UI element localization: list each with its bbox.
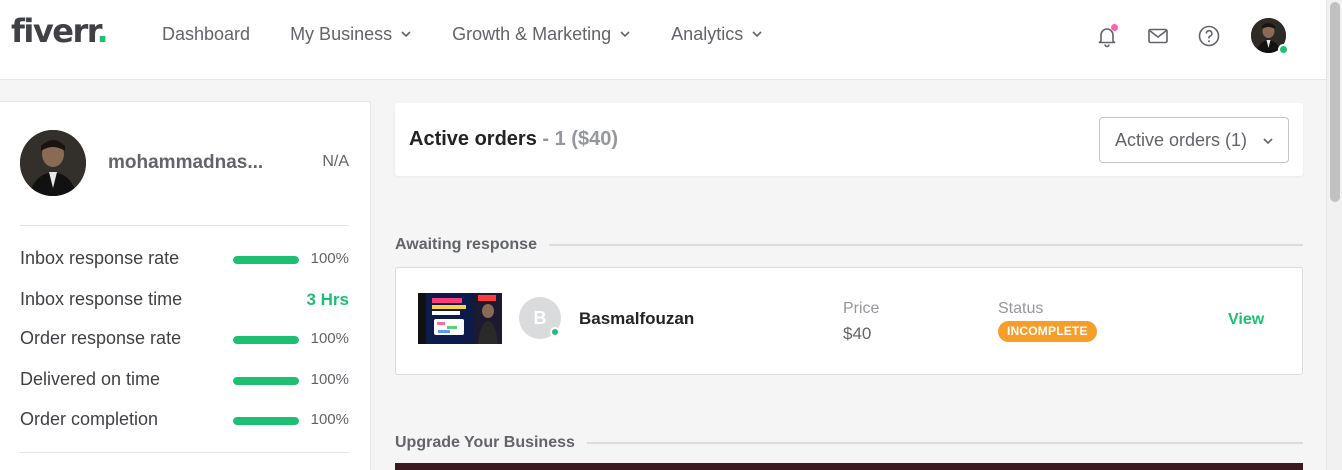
price-value: $40 (843, 324, 872, 343)
seller-level: N/A (322, 153, 349, 170)
logo-text: fiverr (11, 12, 98, 50)
chevron-down-icon (1263, 138, 1273, 145)
stat-value: 100% (310, 330, 349, 347)
profile-avatar[interactable] (20, 130, 86, 196)
progress-bar (233, 377, 299, 385)
stat-value: 100% (310, 250, 349, 267)
nav-analytics-label: Analytics (671, 23, 744, 44)
section-divider (586, 442, 1303, 444)
buyer-name[interactable]: Basmalfouzan (579, 309, 694, 329)
stat-label: Inbox response time (20, 289, 183, 309)
nav-my-business-label: My Business (290, 23, 393, 44)
top-navigation-bar: fiverr. Dashboard My Business Growth & M… (0, 0, 1326, 80)
logo-dot: . (96, 12, 108, 50)
gig-thumbnail[interactable] (418, 293, 502, 344)
section-divider (548, 244, 1303, 246)
fiverr-logo[interactable]: fiverr. (11, 12, 109, 50)
status-label: Status (998, 300, 1044, 317)
price-label: Price (843, 300, 880, 317)
nav-growth-marketing[interactable]: Growth & Marketing (452, 24, 631, 45)
active-orders-title: Active orders - 1 ($40) (409, 128, 618, 151)
awaiting-response-header: Awaiting response (395, 235, 1303, 255)
stat-order-response-rate: Order response rate 100% (20, 328, 349, 350)
stat-label: Inbox response rate (20, 248, 180, 268)
stat-inbox-response-rate: Inbox response rate 100% (20, 248, 349, 270)
active-orders-card: Active orders - 1 ($40) Active orders (1… (395, 103, 1303, 176)
divider (20, 225, 349, 226)
progress-fill (233, 377, 299, 385)
nav-growth-marketing-label: Growth & Marketing (452, 23, 612, 44)
stat-label: Delivered on time (20, 369, 161, 389)
order-row: B Basmalfouzan Price $40 Status INCOMPLE… (395, 267, 1303, 375)
divider (20, 452, 349, 453)
chevron-down-icon (620, 31, 630, 38)
profile-username[interactable]: mohammadnas... (108, 152, 263, 174)
gig-thumbnail-image (418, 293, 502, 344)
stat-inbox-response-time: Inbox response time 3 Hrs (20, 289, 349, 311)
online-status-dot (1278, 44, 1289, 55)
notifications-button[interactable] (1095, 23, 1119, 48)
notification-dot (1111, 23, 1118, 31)
buyer-avatar[interactable]: B (519, 297, 561, 339)
section-title: Upgrade Your Business (395, 434, 575, 451)
dropdown-selected-value: Active orders (1) (1115, 129, 1248, 150)
active-orders-filter-dropdown[interactable]: Active orders (1) (1099, 117, 1289, 163)
nav-analytics[interactable]: Analytics (671, 24, 763, 45)
header-icons (1068, 18, 1289, 55)
scrollbar-thumb[interactable] (1330, 2, 1340, 202)
progress-bar (233, 336, 299, 344)
buyer-initial: B (533, 307, 547, 328)
help-button[interactable] (1197, 24, 1221, 48)
active-orders-label: Active orders (409, 128, 537, 150)
main-nav: Dashboard My Business Growth & Marketing… (162, 0, 803, 68)
progress-bar (233, 256, 299, 264)
progress-fill (233, 336, 299, 344)
seller-stats-sidebar: mohammadnas... N/A Inbox response rate 1… (0, 101, 371, 470)
view-order-link[interactable]: View (1228, 311, 1264, 329)
messages-button[interactable] (1146, 24, 1170, 48)
stat-label: Order response rate (20, 328, 182, 348)
stat-delivered-on-time: Delivered on time 100% (20, 369, 349, 391)
nav-my-business[interactable]: My Business (290, 24, 412, 45)
upgrade-banner[interactable] (395, 463, 1303, 470)
stat-value: 100% (310, 371, 349, 388)
help-icon (1198, 25, 1220, 46)
nav-dashboard-label: Dashboard (162, 23, 251, 44)
status-badge: INCOMPLETE (998, 321, 1097, 342)
upgrade-business-header: Upgrade Your Business (395, 433, 1303, 453)
stat-value: 100% (310, 411, 349, 428)
nav-dashboard[interactable]: Dashboard (162, 24, 250, 45)
stat-order-completion: Order completion 100% (20, 409, 349, 431)
progress-bar (233, 417, 299, 425)
online-status-dot (550, 327, 560, 337)
profile-photo (20, 130, 86, 196)
user-avatar[interactable] (1251, 18, 1289, 55)
profile-summary: mohammadnas... N/A (20, 130, 349, 198)
section-title: Awaiting response (395, 236, 537, 253)
envelope-icon (1148, 28, 1168, 43)
chevron-down-icon (752, 31, 762, 38)
stat-label: Order completion (20, 409, 159, 429)
page-scrollbar[interactable] (1326, 0, 1342, 470)
stat-value: 3 Hrs (306, 290, 349, 309)
active-orders-count: - 1 ($40) (542, 128, 618, 150)
progress-fill (233, 256, 299, 264)
chevron-down-icon (401, 31, 411, 38)
progress-fill (233, 417, 299, 425)
